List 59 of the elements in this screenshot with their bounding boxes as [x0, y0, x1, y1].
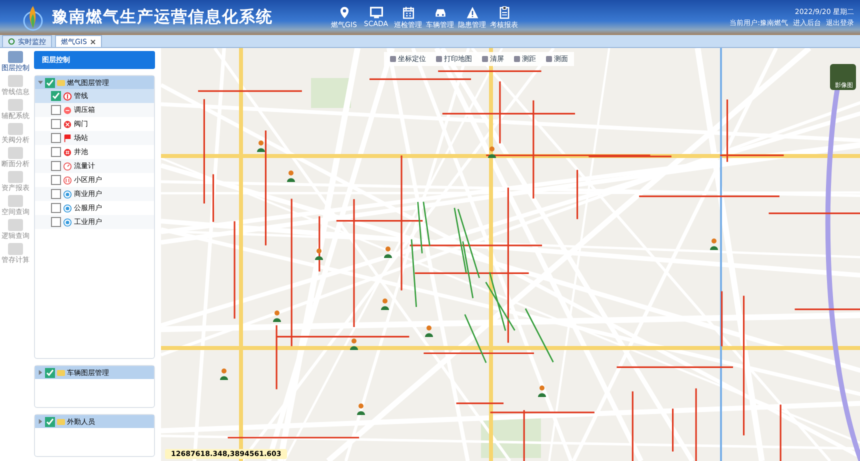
- close-icon[interactable]: [90, 38, 96, 44]
- layer-symbol-icon: [63, 162, 72, 170]
- field-worker-icon[interactable]: [356, 403, 366, 415]
- street-map-drawing[interactable]: [161, 48, 860, 461]
- checkbox[interactable]: [51, 105, 61, 115]
- tool-icon: [8, 171, 23, 183]
- collapsed-caret-icon[interactable]: [38, 370, 43, 375]
- field-worker-icon[interactable]: [383, 246, 393, 258]
- layer-symbol-icon: [63, 120, 72, 128]
- checkbox[interactable]: [51, 133, 61, 143]
- layer-symbol-icon: [63, 106, 72, 114]
- checkbox[interactable]: [45, 78, 55, 88]
- expanded-caret-icon[interactable]: [38, 80, 43, 85]
- tool-icon: [8, 219, 23, 231]
- warning-icon: [466, 6, 478, 18]
- monitor-icon: [370, 6, 382, 18]
- field-worker-icon[interactable]: [380, 298, 390, 310]
- field-worker-icon[interactable]: [349, 338, 359, 350]
- tool-icon: [8, 195, 23, 207]
- tool-icon: [8, 99, 23, 111]
- checkbox[interactable]: [51, 91, 61, 101]
- folder-icon: [57, 80, 65, 86]
- field-worker-icon[interactable]: [424, 325, 434, 337]
- tool-icon: [8, 75, 23, 87]
- field-worker-icon[interactable]: [487, 146, 497, 158]
- field-worker-icon[interactable]: [256, 140, 266, 152]
- tool-icon: [8, 243, 23, 255]
- checkbox[interactable]: [51, 161, 61, 171]
- refresh-icon: [8, 38, 15, 45]
- layer-symbol-icon: [63, 134, 72, 142]
- checkbox[interactable]: [45, 368, 55, 378]
- checkbox[interactable]: [51, 175, 61, 185]
- field-worker-icon[interactable]: [272, 310, 282, 322]
- field-worker-icon[interactable]: [709, 238, 719, 250]
- pin-icon: [338, 6, 350, 18]
- tool-icon: [8, 147, 23, 159]
- folder-icon: [57, 418, 65, 424]
- field-worker-icon[interactable]: [286, 170, 296, 182]
- folder-icon: [57, 370, 65, 376]
- layer-symbol-icon: [63, 176, 72, 184]
- flame-logo-icon: [22, 4, 44, 32]
- app-title: 豫南燃气生产运营信息化系统: [52, 7, 273, 28]
- layer-symbol-icon: [63, 92, 72, 100]
- checkbox[interactable]: [51, 119, 61, 129]
- collapsed-caret-icon[interactable]: [38, 419, 43, 424]
- checkbox[interactable]: [51, 189, 61, 199]
- checkbox[interactable]: [45, 416, 55, 426]
- tool-icon: [8, 51, 23, 63]
- checkbox[interactable]: [51, 147, 61, 157]
- checkbox[interactable]: [51, 217, 61, 227]
- field-worker-icon[interactable]: [219, 368, 229, 380]
- layer-symbol-icon: [63, 148, 72, 156]
- field-worker-icon[interactable]: [314, 248, 324, 260]
- checkbox[interactable]: [51, 203, 61, 213]
- calendar-icon: [402, 6, 414, 18]
- tool-icon: [8, 123, 23, 135]
- clipboard-icon: [498, 6, 510, 18]
- satellite-thumbnail[interactable]: [830, 64, 856, 90]
- field-worker-icon[interactable]: [537, 385, 547, 397]
